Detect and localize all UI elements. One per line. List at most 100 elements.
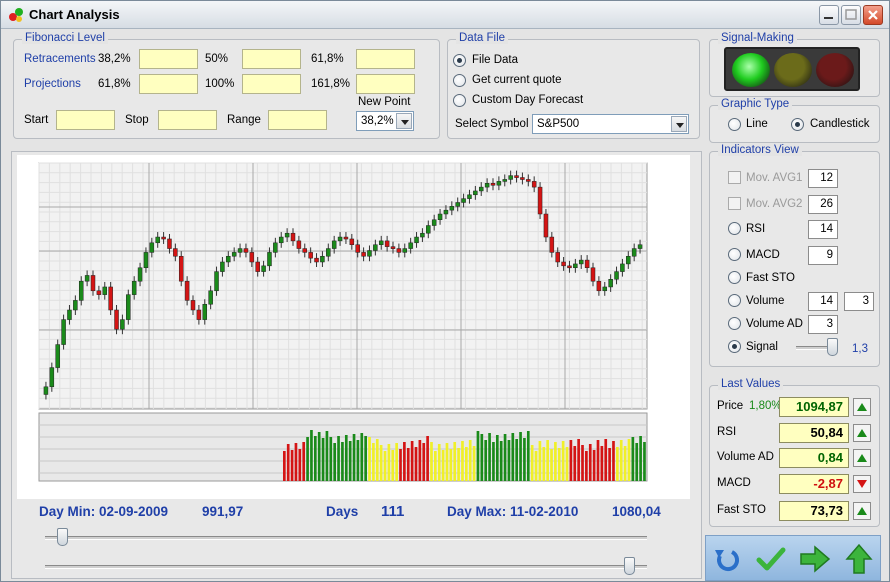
up-arrow-icon[interactable] <box>842 542 876 576</box>
close-button[interactable] <box>863 5 883 25</box>
signal-radio[interactable] <box>728 340 741 353</box>
file-data-radio[interactable] <box>453 54 466 67</box>
volume-bar <box>643 442 646 481</box>
candle-up <box>231 252 237 257</box>
retracement-pct-2: 50% <box>205 53 229 65</box>
mov-avg1-checkbox[interactable] <box>728 171 741 184</box>
candle-up <box>237 248 243 253</box>
volume-bar <box>612 441 615 481</box>
minimize-button[interactable] <box>819 5 839 25</box>
candle-up <box>143 252 149 269</box>
candle-up <box>120 319 125 330</box>
start-range-slider[interactable] <box>45 536 647 540</box>
fast-sto-label[interactable]: Fast STO <box>746 272 795 284</box>
check-icon[interactable] <box>754 542 788 576</box>
mov-avg2-checkbox[interactable] <box>728 197 741 210</box>
indicators-title: Indicators View <box>718 144 802 156</box>
symbol-select[interactable]: S&P500 <box>532 114 689 134</box>
projection-field-1[interactable] <box>139 74 198 94</box>
candle-up <box>455 202 460 207</box>
line-label[interactable]: Line <box>746 118 768 130</box>
candle-down <box>490 183 496 186</box>
end-range-thumb[interactable] <box>624 557 636 575</box>
min-value: 991,97 <box>202 504 244 519</box>
volume-bar <box>526 431 530 481</box>
candle-up <box>502 179 508 182</box>
data-file-title: Data File <box>456 32 509 44</box>
volume-bar <box>348 441 352 481</box>
file-data-label[interactable]: File Data <box>472 54 518 66</box>
projection-field-2[interactable] <box>242 74 301 94</box>
green-light-icon <box>732 53 770 87</box>
fast-sto-radio[interactable] <box>728 271 741 284</box>
signal-label[interactable]: Signal <box>746 341 778 353</box>
candle-down <box>167 238 172 249</box>
volume-field-2[interactable]: 3 <box>844 292 874 311</box>
volume-label[interactable]: Volume <box>746 295 784 307</box>
rsi-label[interactable]: RSI <box>746 223 765 235</box>
start-range-thumb[interactable] <box>56 528 68 546</box>
chevron-down-icon[interactable] <box>396 113 412 129</box>
projections-label: Projections <box>24 78 81 90</box>
candle-up <box>414 236 419 244</box>
candle-up <box>284 232 290 238</box>
volume-bar <box>403 442 406 481</box>
mov-avg2-field[interactable]: 26 <box>808 195 838 214</box>
macd-label[interactable]: MACD <box>746 249 780 261</box>
last-value-field: 73,73 <box>779 501 849 521</box>
retracement-field-2[interactable] <box>242 49 301 69</box>
volume-bar <box>573 446 577 481</box>
volume-bar <box>457 448 460 481</box>
last-value-field: 50,84 <box>779 423 849 443</box>
candle-up <box>378 240 384 245</box>
candle-up <box>73 300 78 311</box>
candle-down <box>108 286 113 311</box>
rsi-field[interactable]: 14 <box>808 220 838 239</box>
volume-bar <box>623 446 627 481</box>
retracement-field-3[interactable] <box>356 49 415 69</box>
last-value-label: Price <box>717 400 744 412</box>
last-value-label: Fast STO <box>717 504 766 516</box>
start-field[interactable] <box>56 110 115 130</box>
custom-forecast-label[interactable]: Custom Day Forecast <box>472 94 583 106</box>
custom-forecast-radio[interactable] <box>453 94 466 107</box>
candlestick-radio[interactable] <box>791 118 804 131</box>
candlestick-chart <box>38 162 648 482</box>
undo-icon[interactable] <box>710 542 744 576</box>
current-quote-radio[interactable] <box>453 74 466 87</box>
candle-up <box>278 236 284 244</box>
maximize-button[interactable] <box>841 5 861 25</box>
chevron-down-icon[interactable] <box>671 116 687 132</box>
macd-radio[interactable] <box>728 248 741 261</box>
red-light-icon <box>816 53 854 87</box>
line-radio[interactable] <box>728 118 741 131</box>
end-range-slider[interactable] <box>45 565 647 569</box>
forward-arrow-icon[interactable] <box>798 542 832 576</box>
volume-ad-field[interactable]: 3 <box>808 315 838 334</box>
stop-field[interactable] <box>158 110 217 130</box>
volume-bar <box>310 430 313 481</box>
new-point-select[interactable]: 38,2% <box>356 111 414 131</box>
volume-ad-radio[interactable] <box>728 317 741 330</box>
candle-up <box>320 255 325 263</box>
volume-bar <box>383 451 387 481</box>
projection-field-3[interactable] <box>356 74 415 94</box>
current-quote-label[interactable]: Get current quote <box>472 74 562 86</box>
candle-up <box>67 309 72 320</box>
rsi-radio[interactable] <box>728 222 741 235</box>
volume-bar <box>414 447 418 481</box>
candlestick-label[interactable]: Candlestick <box>810 118 869 130</box>
fibonacci-title: Fibonacci Level <box>22 32 108 44</box>
macd-field[interactable]: 9 <box>808 246 838 265</box>
retracement-pct-1: 38,2% <box>98 53 131 65</box>
signal-slider-thumb[interactable] <box>827 338 838 356</box>
candle-down <box>596 280 602 292</box>
volume-radio[interactable] <box>728 294 741 307</box>
candle-down <box>543 213 549 238</box>
volume-ad-label[interactable]: Volume AD <box>746 318 803 330</box>
retracement-field-1[interactable] <box>139 49 198 69</box>
volume-field-1[interactable]: 14 <box>808 292 838 311</box>
range-field[interactable] <box>268 110 327 130</box>
candle-up <box>326 248 331 257</box>
mov-avg1-field[interactable]: 12 <box>808 169 838 188</box>
